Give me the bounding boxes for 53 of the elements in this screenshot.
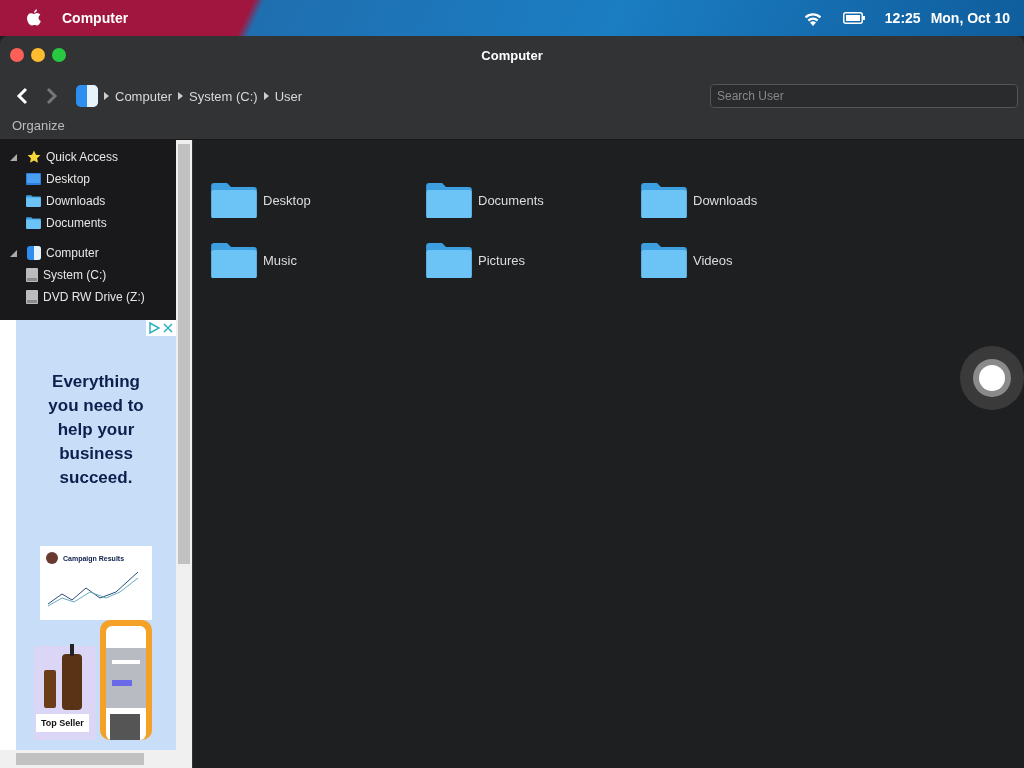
- tree-item-label[interactable]: Desktop: [46, 172, 91, 186]
- breadcrumb-item[interactable]: System (C:): [189, 88, 258, 104]
- folder-icon: [426, 181, 472, 219]
- expand-arrow-icon[interactable]: [8, 248, 18, 258]
- folder-icon: [641, 181, 687, 219]
- desktop-icon: [26, 173, 41, 185]
- folder-name[interactable]: Documents: [478, 192, 544, 208]
- vertical-scrollbar[interactable]: [176, 140, 192, 750]
- tree-item-label[interactable]: Quick Access: [46, 150, 119, 164]
- apple-logo-icon[interactable]: [26, 9, 42, 27]
- drive-icon: [26, 268, 38, 282]
- search-field[interactable]: Search User: [710, 84, 1018, 108]
- tree-item-label[interactable]: Downloads: [46, 194, 106, 208]
- organize-menu[interactable]: Organize: [12, 118, 65, 133]
- wifi-icon[interactable]: [802, 10, 823, 26]
- clock-date: Mon, Oct 10: [930, 10, 1010, 26]
- breadcrumb-arrow-icon: [178, 92, 184, 100]
- folder-name[interactable]: Downloads: [693, 192, 758, 208]
- breadcrumb-arrow-icon: [263, 92, 269, 100]
- folder-name[interactable]: Desktop: [263, 192, 311, 208]
- folder-icon: [211, 181, 257, 219]
- finder-icon: [27, 246, 41, 260]
- avatar: [46, 552, 58, 564]
- folder-name[interactable]: Pictures: [478, 252, 525, 268]
- breadcrumb-item[interactable]: Computer: [115, 88, 173, 104]
- folder-icon: [26, 217, 41, 229]
- folder-icon: [641, 241, 687, 279]
- folder-name[interactable]: Videos: [693, 252, 733, 268]
- folder-icon: [211, 241, 257, 279]
- zoom-button[interactable]: [52, 48, 66, 62]
- battery-icon[interactable]: [842, 12, 865, 24]
- tree-item-label[interactable]: Computer: [46, 246, 99, 260]
- finder-icon[interactable]: [76, 85, 98, 107]
- minimize-button[interactable]: [31, 48, 45, 62]
- tree-item-label[interactable]: System (C:): [43, 268, 107, 282]
- folder-name[interactable]: Music: [263, 252, 297, 268]
- close-button[interactable]: [10, 48, 24, 62]
- app-name[interactable]: Computer: [62, 10, 129, 26]
- ad-headline: Everything you need to help your business succeed.: [47, 371, 145, 489]
- window-title: Computer: [481, 47, 543, 63]
- clock-time: 12:25: [884, 10, 921, 26]
- folder-icon: [26, 195, 41, 207]
- circle-icon: [972, 358, 1012, 398]
- tree-item-label[interactable]: Documents: [46, 216, 107, 230]
- tree-item-label[interactable]: DVD RW Drive (Z:): [43, 290, 145, 304]
- breadcrumb-arrow-icon: [104, 92, 109, 100]
- breadcrumb-item[interactable]: User: [274, 88, 303, 104]
- drive-icon: [26, 290, 38, 304]
- expand-arrow-icon[interactable]: [8, 152, 18, 162]
- horizontal-scrollbar[interactable]: [0, 750, 192, 768]
- badge: Top Seller: [36, 714, 89, 732]
- folder-icon: [426, 241, 472, 279]
- star-icon: [27, 150, 41, 164]
